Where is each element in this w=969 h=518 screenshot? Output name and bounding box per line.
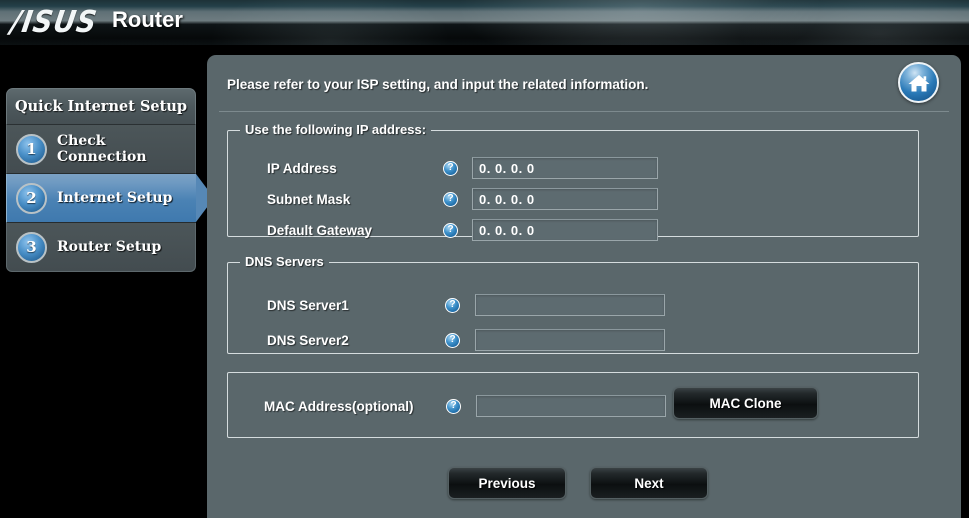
dns-server2-label: DNS Server2 bbox=[267, 332, 349, 348]
ip-address-row: IP Address ? bbox=[267, 156, 658, 180]
help-icon[interactable]: ? bbox=[443, 191, 458, 207]
sidebar-item-label: Router Setup bbox=[57, 239, 162, 255]
help-icon[interactable]: ? bbox=[443, 160, 458, 176]
sidebar-header: Quick Internet Setup bbox=[6, 88, 196, 125]
previous-button[interactable]: Previous bbox=[448, 467, 566, 499]
dns-server2-input[interactable] bbox=[475, 329, 665, 351]
default-gateway-label: Default Gateway bbox=[267, 222, 373, 238]
sidebar-item-internet-setup[interactable]: 2 Internet Setup bbox=[6, 174, 214, 223]
dns-server1-row: DNS Server1 ? bbox=[267, 293, 665, 317]
sidebar-item-router-setup[interactable]: 3 Router Setup bbox=[6, 223, 196, 272]
instruction-text: Please refer to your ISP setting, and in… bbox=[227, 77, 649, 92]
help-icon[interactable]: ? bbox=[445, 297, 460, 313]
mac-clone-button[interactable]: MAC Clone bbox=[673, 387, 818, 419]
ip-address-label: IP Address bbox=[267, 160, 337, 176]
sidebar: Quick Internet Setup 1 Check Connection … bbox=[6, 88, 214, 272]
sidebar-item-label: Internet Setup bbox=[57, 190, 173, 206]
dns-servers-legend: DNS Servers bbox=[240, 254, 329, 269]
app-banner: /ISUS Router bbox=[0, 0, 969, 45]
help-icon[interactable]: ? bbox=[446, 398, 461, 414]
panel-header: Please refer to your ISP setting, and in… bbox=[219, 55, 949, 112]
mac-address-row: MAC Address(optional) ? bbox=[264, 394, 666, 418]
asus-logo: /ISUS bbox=[8, 5, 100, 40]
default-gateway-row: Default Gateway ? bbox=[267, 218, 658, 242]
sidebar-item-check-connection[interactable]: 1 Check Connection bbox=[6, 125, 196, 174]
step-badge-1: 1 bbox=[16, 133, 47, 165]
dns-server2-row: DNS Server2 ? bbox=[267, 328, 665, 352]
next-button[interactable]: Next bbox=[590, 467, 708, 499]
dns-server1-label: DNS Server1 bbox=[267, 297, 349, 313]
main-panel: Please refer to your ISP setting, and in… bbox=[207, 55, 961, 518]
subnet-mask-input[interactable] bbox=[472, 188, 658, 210]
mac-address-input[interactable] bbox=[476, 395, 666, 417]
banner-inner: /ISUS Router bbox=[0, 0, 969, 45]
sidebar-header-label: Quick Internet Setup bbox=[14, 98, 188, 115]
help-icon[interactable]: ? bbox=[443, 222, 458, 238]
sidebar-item-label: Check Connection bbox=[57, 133, 147, 165]
step-badge-2: 2 bbox=[16, 182, 47, 214]
default-gateway-input[interactable] bbox=[472, 219, 658, 241]
app-title: Router bbox=[112, 7, 183, 32]
step-badge-3: 3 bbox=[16, 231, 47, 263]
subnet-mask-label: Subnet Mask bbox=[267, 191, 351, 207]
mac-address-label: MAC Address(optional) bbox=[264, 398, 414, 414]
home-icon[interactable] bbox=[898, 62, 939, 103]
dns-server1-input[interactable] bbox=[475, 294, 665, 316]
ip-address-legend: Use the following IP address: bbox=[240, 122, 432, 137]
help-icon[interactable]: ? bbox=[445, 332, 460, 348]
ip-address-input[interactable] bbox=[472, 157, 658, 179]
subnet-mask-row: Subnet Mask ? bbox=[267, 187, 658, 211]
